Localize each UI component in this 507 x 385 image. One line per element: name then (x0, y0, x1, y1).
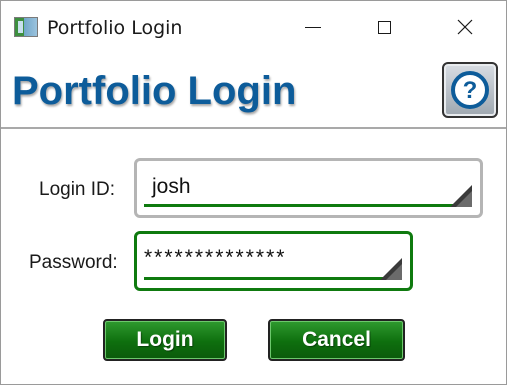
login-id-input[interactable]: josh (134, 158, 483, 218)
login-id-label: Login ID: (39, 179, 116, 200)
cancel-button[interactable]: Cancel (268, 319, 405, 361)
password-label: Password: (29, 252, 118, 273)
page-title: Portfolio Login (12, 69, 297, 113)
header-banner: Portfolio Login ? (1, 53, 506, 129)
minimize-icon (305, 26, 321, 28)
login-id-value: josh (152, 175, 191, 198)
maximize-button[interactable] (361, 1, 407, 53)
title-bar[interactable]: Portfolio Login (1, 1, 506, 53)
help-button[interactable]: ? (442, 62, 498, 118)
question-mark-icon: ? (451, 71, 489, 109)
app-icon (14, 17, 38, 37)
login-id-underline (144, 204, 466, 207)
close-icon (457, 19, 473, 35)
window-title: Portfolio Login (47, 17, 183, 39)
password-value: ************** (144, 246, 287, 269)
password-underline (144, 277, 396, 280)
resize-grip-icon (380, 258, 402, 280)
password-input[interactable]: ************** (134, 231, 413, 291)
svg-text:?: ? (463, 77, 478, 104)
login-button[interactable]: Login (103, 319, 227, 361)
close-button[interactable] (442, 1, 488, 53)
minimize-button[interactable] (290, 1, 336, 53)
resize-grip-icon (450, 185, 472, 207)
login-window: Portfolio Login Portfolio Login ? Login … (0, 0, 507, 385)
maximize-icon (377, 20, 391, 34)
